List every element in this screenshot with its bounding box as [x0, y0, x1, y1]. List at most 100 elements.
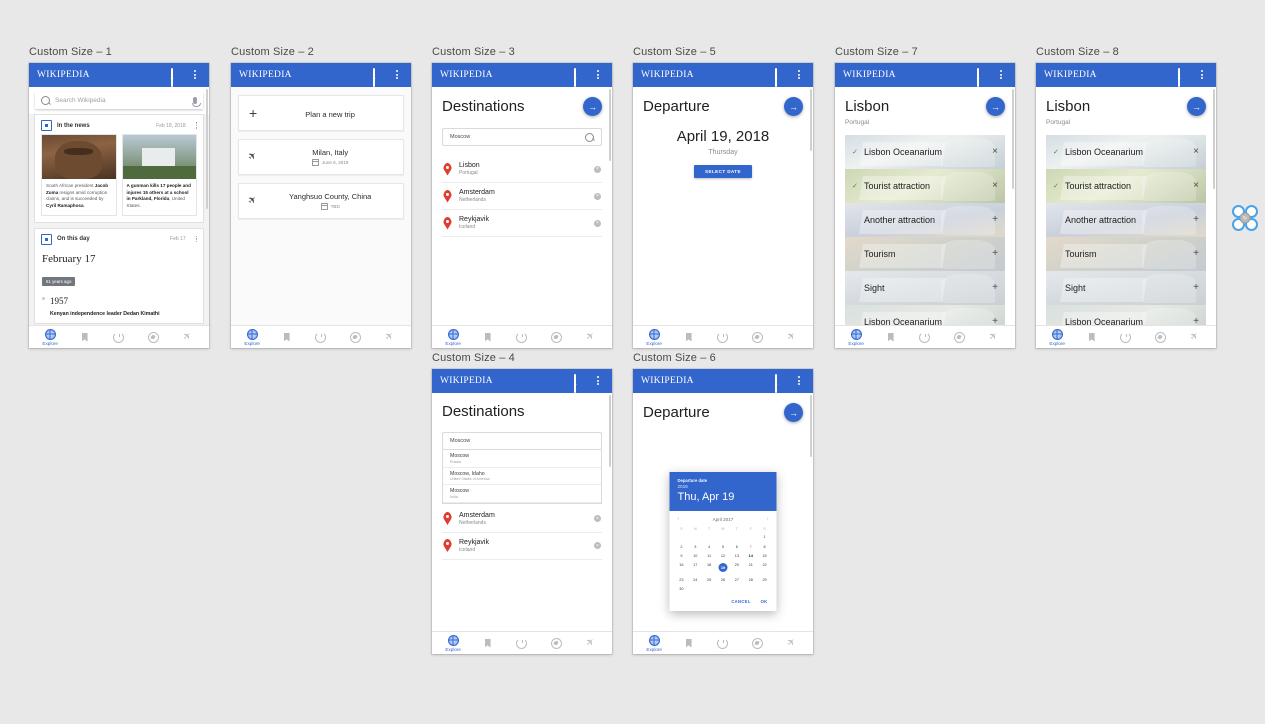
tab-count-icon[interactable]: 1: [573, 68, 586, 87]
next-fab-button[interactable]: →: [784, 403, 803, 422]
plan-new-trip-button[interactable]: + Plan a new trip: [238, 95, 404, 131]
sidebar-item-history[interactable]: [706, 331, 740, 343]
calendar-day[interactable]: 16: [675, 561, 689, 574]
calendar-day[interactable]: 4: [702, 542, 716, 550]
tab-count-icon[interactable]: 1: [1177, 68, 1190, 87]
list-item[interactable]: ✓ Tourist attraction ×: [1046, 169, 1206, 203]
remove-destination-icon[interactable]: ×: [594, 192, 601, 200]
sidebar-item-nearby[interactable]: [539, 331, 573, 343]
tab-count-icon[interactable]: 1: [774, 374, 787, 393]
calendar-day[interactable]: 5: [716, 542, 730, 550]
next-fab-button[interactable]: →: [1187, 97, 1206, 116]
list-item[interactable]: Another attraction +: [1046, 203, 1206, 237]
sidebar-item-nearby[interactable]: [1143, 331, 1177, 343]
microphone-icon[interactable]: [191, 97, 201, 107]
sidebar-item-explore[interactable]: Explore: [436, 634, 470, 652]
list-item[interactable]: Amsterdam Netherlands ×: [442, 506, 602, 533]
calendar-day[interactable]: 15: [758, 552, 772, 560]
calendar-day[interactable]: 3: [688, 542, 702, 550]
remove-destination-icon[interactable]: ×: [594, 219, 601, 227]
sidebar-item-trips[interactable]: ✈: [373, 330, 407, 344]
list-item[interactable]: ✓ Lisbon Oceanarium ×: [1046, 135, 1206, 169]
list-item[interactable]: Amsterdam Netherlands ×: [442, 183, 602, 210]
calendar-day[interactable]: 26: [716, 576, 730, 584]
sidebar-item-nearby[interactable]: [136, 331, 170, 343]
scrollbar-vertical[interactable]: [1213, 89, 1215, 324]
sidebar-item-nearby[interactable]: [942, 331, 976, 343]
plus-icon[interactable]: +: [992, 215, 998, 225]
calendar-day[interactable]: 29: [758, 576, 772, 584]
rotate-icon[interactable]: ↻: [1239, 212, 1251, 224]
list-item[interactable]: Tourism +: [1046, 237, 1206, 271]
more-vertical-icon[interactable]: [793, 69, 805, 81]
remove-destination-icon[interactable]: ×: [594, 165, 601, 173]
more-vertical-icon[interactable]: [592, 69, 604, 81]
list-item[interactable]: ✈ Milan, Italy June 6, 2019: [238, 139, 404, 175]
calendar-day[interactable]: 25: [702, 576, 716, 584]
calendar-day[interactable]: 24: [688, 576, 702, 584]
sidebar-item-history[interactable]: [505, 331, 539, 343]
more-vertical-icon[interactable]: [793, 375, 805, 387]
plus-icon[interactable]: +: [1193, 215, 1199, 225]
chevron-left-icon[interactable]: ‹: [678, 516, 680, 522]
calendar-day[interactable]: 30: [675, 585, 689, 593]
calendar-day[interactable]: 21: [744, 561, 758, 574]
tab-count-icon[interactable]: 1: [372, 68, 385, 87]
card-in-the-news[interactable]: In the news Feb 18, 2018 South African p…: [34, 114, 204, 223]
calendar-day[interactable]: 23: [675, 576, 689, 584]
sidebar-item-trips[interactable]: ✈: [171, 330, 205, 344]
dialog-year[interactable]: 2019: [678, 484, 769, 489]
sidebar-item-saved[interactable]: [470, 638, 504, 648]
list-item[interactable]: Lisbon Oceanarium +: [845, 305, 1005, 325]
list-item[interactable]: Tourism +: [845, 237, 1005, 271]
sidebar-item-nearby[interactable]: [740, 637, 774, 649]
list-item[interactable]: Sight +: [845, 271, 1005, 305]
remove-destination-icon[interactable]: ×: [594, 542, 601, 549]
selection-transform-handle[interactable]: ↻: [1232, 205, 1258, 231]
sidebar-item-explore[interactable]: Explore: [1040, 328, 1074, 346]
tab-count-icon[interactable]: 1: [774, 68, 787, 87]
scrollbar-vertical[interactable]: [206, 89, 208, 324]
sidebar-item-saved[interactable]: [1074, 332, 1108, 342]
calendar-day[interactable]: 22: [758, 561, 772, 574]
list-item[interactable]: ✓ Tourist attraction ×: [845, 169, 1005, 203]
more-vertical-icon[interactable]: [995, 69, 1007, 81]
sidebar-item-saved[interactable]: [269, 332, 303, 342]
list-item[interactable]: Reykjavik Iceland ×: [442, 533, 602, 560]
close-icon[interactable]: ×: [1193, 181, 1199, 191]
news-item[interactable]: South African president Jacob Zuma resig…: [41, 134, 117, 216]
list-item[interactable]: Lisbon Portugal ×: [442, 156, 602, 183]
sidebar-item-history[interactable]: [908, 331, 942, 343]
calendar-day[interactable]: 1: [758, 533, 772, 541]
sidebar-item-explore[interactable]: Explore: [436, 328, 470, 346]
sidebar-item-history[interactable]: [706, 637, 740, 649]
cancel-button[interactable]: CANCEL: [731, 599, 750, 604]
card-overflow-icon[interactable]: [195, 236, 197, 243]
destination-search-input[interactable]: Moscow: [442, 128, 602, 146]
sidebar-item-trips[interactable]: ✈: [1178, 330, 1212, 344]
sidebar-item-saved[interactable]: [470, 332, 504, 342]
list-item[interactable]: Another attraction +: [845, 203, 1005, 237]
sidebar-item-explore[interactable]: Explore: [33, 328, 67, 346]
calendar-day[interactable]: 14: [744, 552, 758, 560]
sidebar-item-nearby[interactable]: [338, 331, 372, 343]
list-item[interactable]: Sight +: [1046, 271, 1206, 305]
sidebar-item-trips[interactable]: ✈: [775, 636, 809, 650]
sidebar-item-explore[interactable]: Explore: [637, 634, 671, 652]
plus-icon[interactable]: +: [992, 283, 998, 293]
sidebar-item-explore[interactable]: Explore: [235, 328, 269, 346]
calendar-day[interactable]: 12: [716, 552, 730, 560]
scrollbar-vertical[interactable]: [1012, 89, 1014, 324]
card-overflow-icon[interactable]: [195, 122, 197, 129]
calendar-day[interactable]: 10: [688, 552, 702, 560]
scrollbar-vertical[interactable]: [609, 395, 611, 630]
tab-count-icon[interactable]: 1: [976, 68, 989, 87]
sidebar-item-history[interactable]: [1109, 331, 1143, 343]
next-fab-button[interactable]: →: [583, 97, 602, 116]
sidebar-item-trips[interactable]: ✈: [977, 330, 1011, 344]
remove-destination-icon[interactable]: ×: [594, 515, 601, 522]
sidebar-item-trips[interactable]: ✈: [775, 330, 809, 344]
calendar-day[interactable]: 27: [730, 576, 744, 584]
more-vertical-icon[interactable]: [1196, 69, 1208, 81]
chevron-right-icon[interactable]: ›: [767, 516, 769, 522]
